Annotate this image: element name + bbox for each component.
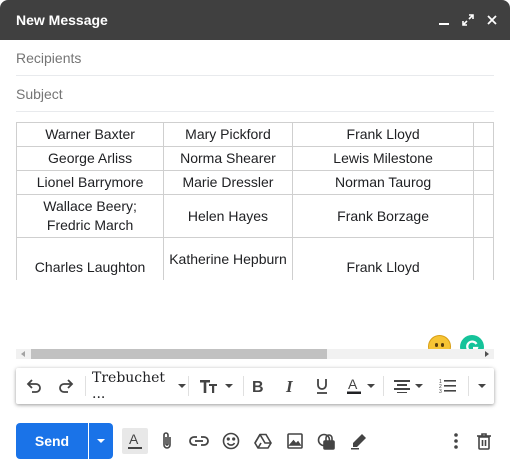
horizontal-scrollbar[interactable] — [16, 346, 494, 362]
more-options-icon[interactable] — [443, 428, 469, 454]
font-name: Trebuchet ... — [92, 370, 166, 402]
bold-icon[interactable]: B — [246, 368, 270, 404]
undo-icon[interactable] — [22, 368, 46, 404]
table-cell[interactable] — [473, 194, 494, 238]
svg-text:A: A — [348, 377, 358, 392]
table-cell[interactable]: Frank Borzage — [291, 194, 475, 238]
table-row: Warner Baxter Mary Pickford Frank Lloyd — [16, 122, 494, 147]
send-options-button[interactable] — [89, 423, 113, 459]
table-cell[interactable]: Helen Hayes — [163, 194, 293, 238]
fullscreen-icon[interactable] — [456, 8, 480, 32]
insert-link-icon[interactable] — [186, 428, 212, 454]
insert-photo-icon[interactable] — [282, 428, 308, 454]
table-cell[interactable]: Marie Dressler — [163, 170, 293, 195]
table-cell[interactable]: Lionel Barrymore — [16, 170, 165, 195]
table-cell[interactable] — [473, 170, 494, 195]
table-cell[interactable]: Frank Lloyd — [291, 122, 475, 147]
redo-icon[interactable] — [54, 368, 78, 404]
table-cell[interactable]: Charles Laughton — [16, 237, 165, 280]
toolbar-divider — [468, 376, 469, 396]
confidential-mode-icon[interactable] — [314, 428, 340, 454]
svg-text:3: 3 — [439, 389, 442, 394]
table-cell[interactable] — [473, 237, 494, 280]
formatting-options-icon[interactable]: A — [122, 428, 148, 454]
toolbar-divider — [188, 376, 189, 396]
table-row: George Arliss Norma Shearer Lewis Milest… — [16, 146, 494, 171]
table-cell[interactable]: Frank Lloyd — [291, 237, 475, 280]
insert-signature-icon[interactable] — [346, 428, 372, 454]
scrollbar-thumb[interactable] — [31, 349, 327, 359]
svg-text:A: A — [129, 432, 139, 447]
google-drive-icon[interactable] — [250, 428, 276, 454]
toolbar-divider — [383, 376, 384, 396]
compose-title: New Message — [16, 12, 108, 28]
svg-text:I: I — [285, 378, 294, 394]
formatting-toolbar: Trebuchet ... B I A 1 2 3 — [16, 368, 494, 404]
toolbar-divider — [85, 376, 86, 396]
table-cell[interactable]: Warner Baxter — [16, 122, 165, 147]
table-cell[interactable] — [473, 146, 494, 171]
text-color-select[interactable]: A — [342, 368, 378, 404]
toolbar-divider — [243, 376, 244, 396]
table-cell[interactable] — [473, 122, 494, 147]
scroll-right-icon[interactable] — [485, 351, 489, 357]
chevron-down-icon — [178, 384, 186, 388]
font-select[interactable]: Trebuchet ... — [92, 368, 186, 404]
table-cell[interactable]: Norman Taurog — [291, 170, 475, 195]
send-label: Send — [34, 433, 70, 449]
font-size-select[interactable] — [196, 368, 236, 404]
data-table: Warner Baxter Mary Pickford Frank Lloyd … — [16, 122, 494, 280]
discard-draft-icon[interactable] — [471, 428, 497, 454]
subject-field[interactable]: Subject — [16, 76, 494, 112]
recipients-field[interactable]: Recipients — [16, 40, 494, 76]
chevron-down-icon — [478, 384, 486, 388]
italic-icon[interactable]: I — [278, 368, 302, 404]
table-cell[interactable]: George Arliss — [16, 146, 165, 171]
table-row: Lionel Barrymore Marie Dressler Norman T… — [16, 170, 494, 195]
window-controls — [432, 0, 504, 40]
svg-text:B: B — [252, 379, 264, 394]
chevron-down-icon — [97, 439, 105, 443]
table-cell[interactable]: Lewis Milestone — [291, 146, 475, 171]
close-icon[interactable] — [480, 8, 504, 32]
chevron-down-icon — [224, 384, 233, 388]
table-row: Wallace Beery; Fredric March Helen Hayes… — [16, 194, 494, 238]
send-button[interactable]: Send — [16, 423, 88, 459]
attach-file-icon[interactable] — [154, 428, 180, 454]
table-cell[interactable]: Wallace Beery; Fredric March — [16, 194, 165, 238]
chevron-down-icon — [366, 384, 375, 388]
table-cell[interactable]: Katherine Hepburn — [163, 237, 293, 280]
more-formatting-button[interactable] — [472, 368, 492, 404]
insert-emoji-icon[interactable] — [218, 428, 244, 454]
minimize-icon[interactable] — [432, 8, 456, 32]
underline-icon[interactable] — [310, 368, 334, 404]
scroll-left-icon[interactable] — [21, 351, 25, 357]
numbered-list-icon[interactable]: 1 2 3 — [436, 368, 460, 404]
table-cell[interactable]: Mary Pickford — [163, 122, 293, 147]
recipients-placeholder: Recipients — [16, 49, 82, 66]
table-row: Charles Laughton Katherine Hepburn Frank… — [16, 237, 494, 280]
subject-placeholder: Subject — [16, 85, 63, 102]
chevron-down-icon — [414, 384, 423, 388]
message-body[interactable]: Warner Baxter Mary Pickford Frank Lloyd … — [16, 122, 494, 280]
table-cell[interactable]: Norma Shearer — [163, 146, 293, 171]
compose-titlebar: New Message — [0, 0, 510, 40]
align-select[interactable] — [390, 368, 426, 404]
